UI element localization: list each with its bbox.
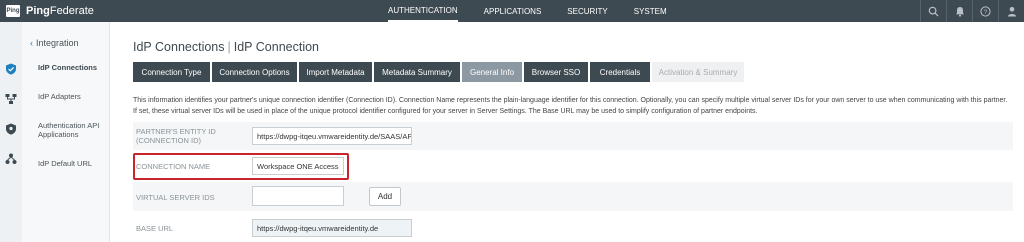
sidebar: ‹ Integration IdP Connections IdP Adapter… — [22, 22, 110, 242]
chevron-left-icon: ‹ — [30, 38, 33, 48]
sidebar-item-idp-default-url[interactable]: IdP Default URL — [38, 159, 92, 168]
help-icon[interactable]: ? — [972, 0, 998, 22]
tab-metadata-summary[interactable]: Metadata Summary — [374, 62, 460, 82]
breadcrumb-idp-connection: IdP Connection — [233, 40, 319, 54]
brand-light: Federate — [49, 5, 94, 17]
nav-applications[interactable]: APPLICATIONS — [484, 0, 542, 22]
base-url-row: BASE URL https://dwpg-itqeu.vmwareidenti… — [133, 214, 1013, 242]
hierarchy-icon[interactable] — [5, 152, 17, 164]
base-url-field[interactable]: https://dwpg-itqeu.vmwareidentity.de — [252, 219, 412, 237]
tab-activation-summary: Activation & Summary — [652, 62, 744, 82]
wizard-tabs: Connection Type Connection Options Impor… — [133, 62, 746, 82]
virtual-server-ids-field[interactable] — [252, 186, 344, 206]
shield-icon[interactable] — [5, 122, 17, 135]
shield-check-icon[interactable] — [5, 62, 17, 75]
top-icons: ? — [920, 0, 1024, 22]
tab-browser-sso[interactable]: Browser SSO — [524, 62, 588, 82]
brand-name: PingFederate — [26, 5, 94, 17]
sidebar-item-idp-connections[interactable]: IdP Connections — [38, 63, 97, 72]
sidebar-back-link[interactable]: ‹ Integration — [30, 38, 79, 48]
base-url-label: BASE URL — [136, 224, 174, 233]
tab-connection-type[interactable]: Connection Type — [133, 62, 210, 82]
breadcrumb-idp-connections[interactable]: IdP Connections — [133, 40, 225, 54]
virtual-server-ids-label: VIRTUAL SERVER IDS — [136, 193, 215, 202]
entity-id-field[interactable]: https://dwpg-itqeu.vmwareidentity.de/SAA… — [252, 127, 412, 145]
network-icon[interactable] — [5, 92, 17, 104]
tab-connection-options[interactable]: Connection Options — [212, 62, 297, 82]
nav-security[interactable]: SECURITY — [567, 0, 607, 22]
icon-rail — [0, 22, 22, 242]
nav-authentication[interactable]: AUTHENTICATION — [388, 0, 458, 22]
title-separator: | — [227, 40, 231, 54]
nav-system[interactable]: SYSTEM — [634, 0, 667, 22]
brand-bold: Ping — [26, 5, 50, 17]
tab-general-info[interactable]: General Info — [462, 62, 522, 82]
highlight-box — [133, 153, 349, 180]
virtual-server-ids-row: VIRTUAL SERVER IDS Add — [133, 182, 1013, 211]
tab-import-metadata[interactable]: Import Metadata — [299, 62, 372, 82]
page-title: IdP Connections | IdP Connection — [133, 40, 319, 54]
user-icon[interactable] — [998, 0, 1024, 22]
entity-id-label-line2: (CONNECTION ID) — [136, 136, 201, 145]
bell-icon[interactable] — [946, 0, 972, 22]
description-text: This information identifies your partner… — [133, 97, 1008, 115]
entity-id-label-line1: PARTNER'S ENTITY ID — [136, 127, 216, 136]
logo-badge: Ping — [6, 5, 20, 17]
tab-credentials[interactable]: Credentials — [590, 62, 650, 82]
entity-id-row: PARTNER'S ENTITY ID (CONNECTION ID) http… — [133, 122, 1013, 150]
svg-text:?: ? — [984, 8, 988, 15]
entity-id-label: PARTNER'S ENTITY ID (CONNECTION ID) — [136, 127, 216, 145]
sidebar-item-idp-adapters[interactable]: IdP Adapters — [38, 92, 81, 101]
search-icon[interactable] — [920, 0, 946, 22]
logo[interactable]: Ping PingFederate — [6, 5, 94, 17]
top-bar: Ping PingFederate AUTHENTICATION APPLICA… — [0, 0, 1024, 22]
add-virtual-server-id-button[interactable]: Add — [369, 187, 401, 206]
top-nav: AUTHENTICATION APPLICATIONS SECURITY SYS… — [388, 0, 693, 22]
sidebar-item-authentication-api-applications[interactable]: Authentication API Applications — [38, 121, 108, 139]
sidebar-back-label: Integration — [36, 38, 79, 48]
